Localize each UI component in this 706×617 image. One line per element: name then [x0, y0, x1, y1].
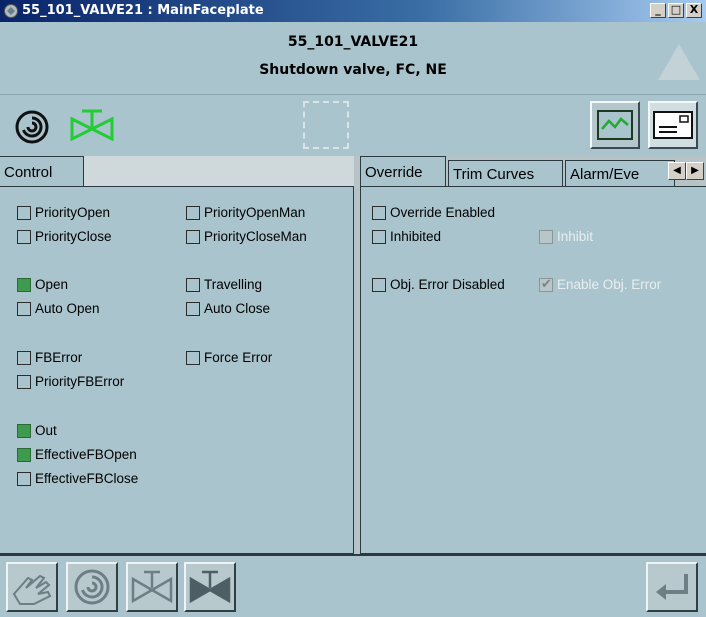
empty-slot — [303, 101, 349, 149]
checkbox-box — [17, 229, 31, 244]
checkbox-box — [186, 205, 200, 220]
tab-trim-curves[interactable]: Trim Curves — [448, 160, 563, 186]
checkbox-label: PriorityOpenMan — [204, 205, 306, 220]
checkbox-priority-open[interactable]: PriorityOpen — [17, 205, 110, 220]
close-button[interactable]: X — [686, 3, 702, 18]
checkbox-label: Override Enabled — [390, 205, 496, 220]
alarm-triangle-icon — [658, 44, 700, 80]
checkbox-priority-close-man[interactable]: PriorityCloseMan — [186, 229, 307, 244]
checkbox-label: Force Error — [204, 350, 273, 365]
checkbox-box — [17, 205, 31, 220]
checkbox-box — [372, 277, 386, 292]
trend-icon — [597, 110, 633, 140]
info-button[interactable] — [648, 101, 698, 149]
faceplate-content: Control PriorityOpen PriorityClose Open … — [0, 156, 706, 554]
indicator-effective-fb-close: EffectiveFBClose — [17, 471, 138, 486]
indicator-label: EffectiveFBClose — [35, 471, 139, 486]
tab-scroll-left-button[interactable]: ◀ — [668, 162, 686, 180]
checkbox-label: Inhibit — [557, 229, 594, 244]
indicator-led — [17, 471, 31, 486]
tab-alarm-events[interactable]: Alarm/Eve — [565, 160, 675, 186]
checkbox-auto-open[interactable]: Auto Open — [17, 301, 100, 316]
valve-open-icon — [70, 109, 114, 142]
apply-button[interactable] — [646, 562, 698, 612]
object-description: Shutdown valve, FC, NE — [259, 62, 447, 78]
faceplate-header: 55_101_VALVE21 Shutdown valve, FC, NE — [0, 22, 706, 94]
indicator-label: Open — [35, 277, 69, 292]
checkbox-box — [372, 205, 386, 220]
title-bar: 55_101_VALVE21 : MainFaceplate _ □ X — [0, 0, 706, 22]
indicator-travelling: Travelling — [186, 277, 262, 292]
checkbox-auto-close[interactable]: Auto Close — [186, 301, 270, 316]
auto-mode-button[interactable] — [66, 562, 118, 612]
indicator-label: PriorityFBError — [35, 374, 125, 389]
window-title: 55_101_VALVE21 : MainFaceplate — [22, 3, 264, 18]
checkbox-priority-close[interactable]: PriorityClose — [17, 229, 112, 244]
indicator-label: EffectiveFBOpen — [35, 447, 137, 462]
checkbox-label: Auto Open — [35, 301, 100, 316]
indicator-led — [17, 447, 31, 462]
indicator-led — [17, 350, 31, 365]
checkbox-box — [539, 229, 553, 244]
checkbox-label: PriorityOpen — [35, 205, 111, 220]
auto-spiral-icon — [74, 569, 110, 605]
checkmark-icon: ✔ — [541, 275, 552, 291]
checkbox-box — [186, 301, 200, 316]
command-bar — [0, 554, 706, 617]
indicator-led — [186, 277, 200, 292]
checkbox-label: Enable Obj. Error — [557, 277, 662, 292]
faceplate-info-icon — [653, 111, 693, 139]
manual-hand-icon — [12, 574, 52, 605]
indicator-led — [372, 229, 386, 244]
indicator-led — [17, 423, 31, 438]
checkbox-box — [186, 229, 200, 244]
indicator-label: FBError — [35, 350, 83, 365]
checkbox-override-enabled[interactable]: Override Enabled — [372, 205, 495, 220]
close-valve-button[interactable] — [184, 562, 236, 612]
maximize-button[interactable]: □ — [668, 3, 684, 18]
checkbox-priority-open-man[interactable]: PriorityOpenMan — [186, 205, 305, 220]
indicator-label: Travelling — [204, 277, 263, 292]
tab-override[interactable]: Override — [360, 156, 446, 186]
checkbox-box — [186, 350, 200, 365]
enter-icon — [656, 574, 688, 600]
indicator-priority-fberror: PriorityFBError — [17, 374, 124, 389]
indicator-out: Out — [17, 423, 57, 438]
indicator-inhibited: Inhibited — [372, 229, 441, 244]
object-tag: 55_101_VALVE21 — [287, 34, 419, 50]
manual-mode-button[interactable] — [6, 562, 58, 612]
auto-spiral-icon — [15, 110, 49, 144]
tab-control[interactable]: Control — [0, 156, 84, 186]
checkbox-box — [17, 301, 31, 316]
checkbox-inhibit[interactable]: Inhibit — [539, 229, 593, 244]
checkbox-obj-error-disabled[interactable]: Obj. Error Disabled — [372, 277, 505, 292]
checkbox-force-error[interactable]: Force Error — [186, 350, 272, 365]
checkbox-label: PriorityCloseMan — [204, 229, 307, 244]
faceplate-window: 55_101_VALVE21 : MainFaceplate _ □ X 55_… — [0, 0, 706, 617]
trend-button[interactable] — [590, 101, 640, 149]
indicator-label: Out — [35, 423, 57, 438]
faceplate-toolbar — [0, 94, 706, 156]
checkbox-label: PriorityClose — [35, 229, 112, 244]
override-panel: Override Enabled Inhibited Obj. Error Di… — [360, 186, 706, 554]
checkbox-box: ✔ — [539, 275, 553, 292]
open-valve-button[interactable] — [126, 562, 178, 612]
close-valve-icon — [189, 570, 231, 604]
indicator-effective-fb-open: EffectiveFBOpen — [17, 447, 137, 462]
checkbox-label: Obj. Error Disabled — [390, 277, 505, 292]
tab-scroll-right-button[interactable]: ▶ — [686, 162, 704, 180]
indicator-label: Inhibited — [390, 229, 442, 244]
indicator-open: Open — [17, 277, 68, 292]
app-icon — [4, 4, 18, 18]
control-panel: PriorityOpen PriorityClose Open Auto Ope… — [0, 186, 354, 554]
indicator-fberror: FBError — [17, 350, 82, 365]
open-valve-icon — [131, 570, 173, 604]
minimize-button[interactable]: _ — [650, 3, 666, 18]
checkbox-enable-obj-error[interactable]: ✔ Enable Obj. Error — [539, 275, 662, 292]
indicator-led — [17, 374, 31, 389]
checkbox-label: Auto Close — [204, 301, 271, 316]
indicator-led — [17, 277, 31, 292]
